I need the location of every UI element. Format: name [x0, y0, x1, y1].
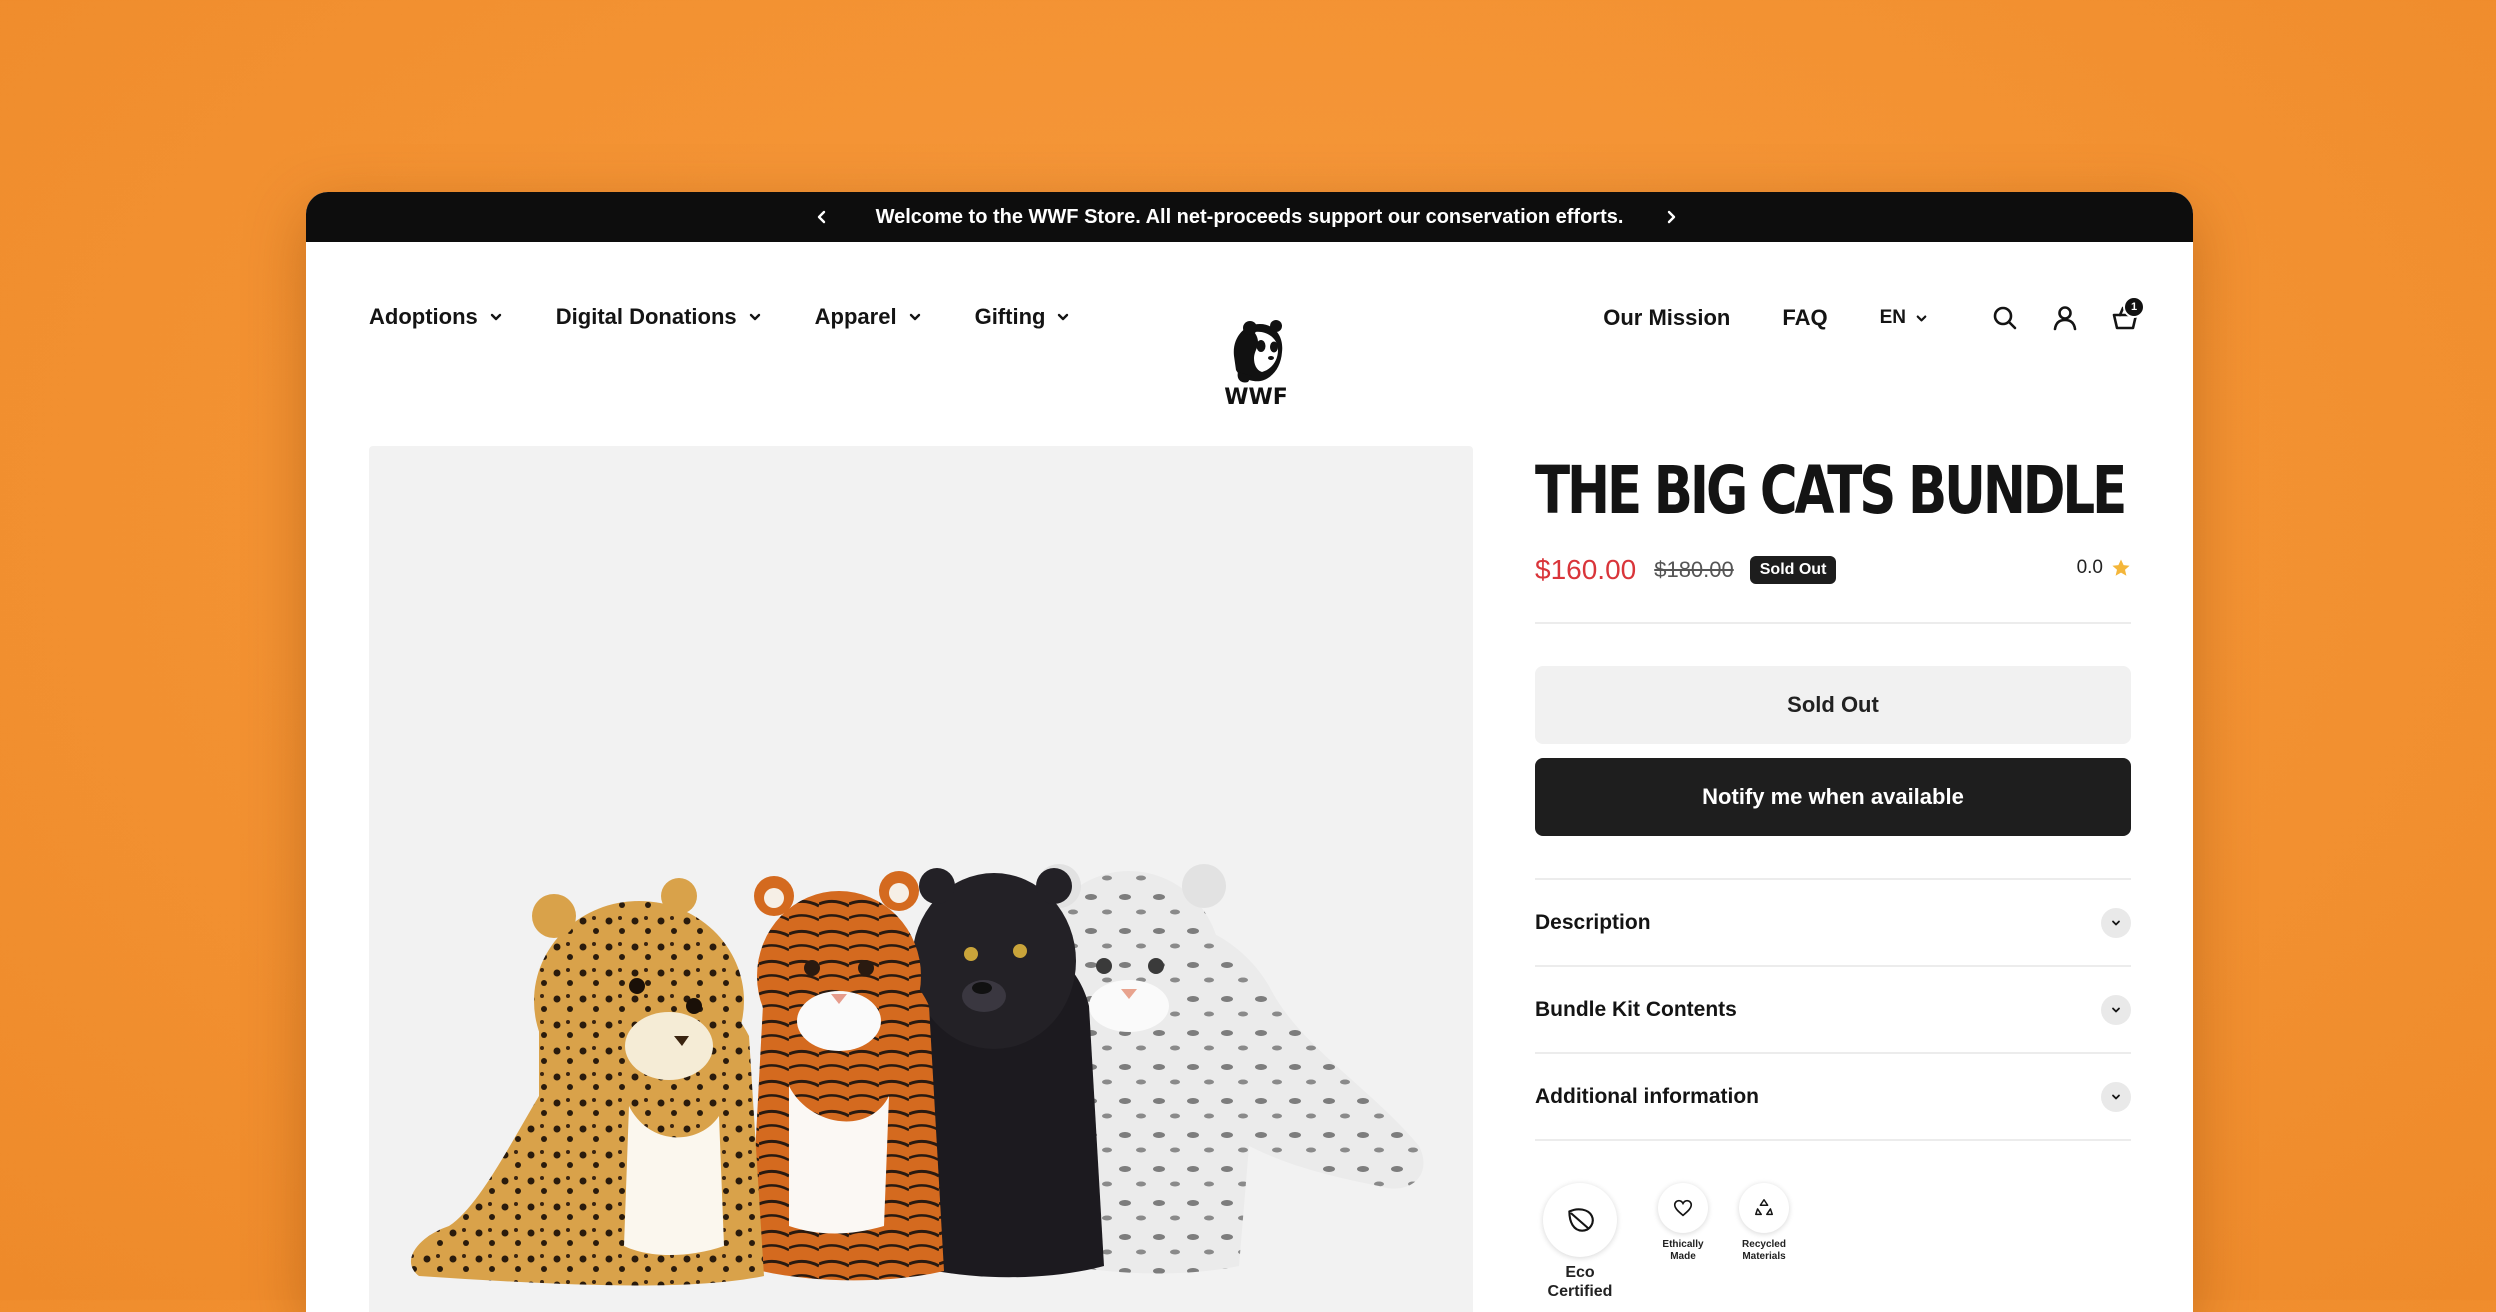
product-image: [410, 864, 1424, 1286]
heart-icon: [1658, 1183, 1708, 1233]
cart-count-badge: 1: [2123, 296, 2145, 318]
feature-recycled-materials: Recycled Materials: [1731, 1183, 1797, 1263]
product-info: THE BIG CATS BUNDLE $160.00 $180.00 Sold…: [1535, 446, 2131, 1312]
nav-item-label: Apparel: [814, 304, 897, 329]
accordion-label: Bundle Kit Contents: [1535, 997, 1737, 1021]
chevron-down-icon: [2101, 907, 2131, 938]
product-title: THE BIG CATS BUNDLE: [1535, 452, 2127, 529]
recycle-icon: [1739, 1183, 1789, 1233]
product-accordion: Description Bundle Kit Contents Addition…: [1535, 878, 2131, 1141]
announcement-text: Welcome to the WWF Store. All net-procee…: [875, 205, 1624, 228]
chevron-down-icon: [2101, 1081, 2131, 1112]
feature-eco-certified: Eco Certified: [1535, 1183, 1625, 1301]
chevron-down-icon: [909, 313, 920, 321]
star-icon: [2112, 559, 2130, 576]
feature-label: Eco Certified: [1547, 1264, 1613, 1301]
language-label: EN: [1879, 307, 1906, 328]
rating-value: 0.0: [2076, 557, 2103, 578]
logo-text: WWF: [1224, 385, 1288, 408]
search-icon: [1993, 306, 2017, 330]
language-selector[interactable]: EN: [1880, 307, 1929, 329]
announcement-next-button[interactable]: [1663, 192, 1679, 242]
chevron-down-icon: [749, 313, 760, 321]
nav-item-label: Digital Donations: [555, 304, 737, 329]
divider: [1535, 622, 2131, 624]
nav-item-adoptions[interactable]: Adoptions: [369, 304, 504, 330]
announcement-prev-button[interactable]: [814, 192, 830, 242]
chevron-down-icon: [490, 313, 501, 321]
price-row: $160.00 $180.00 Sold Out 0.0: [1535, 552, 2131, 588]
feature-label: Recycled Materials: [1742, 1239, 1786, 1262]
accordion-bundle-kit-contents[interactable]: Bundle Kit Contents: [1535, 967, 2131, 1054]
cart-button[interactable]: 1: [2111, 296, 2145, 332]
header-right: Our Mission FAQ EN 1: [1603, 296, 2145, 332]
chevron-down-icon: [1058, 313, 1069, 321]
chevron-left-icon: [817, 210, 826, 224]
account-button[interactable]: [2051, 304, 2079, 332]
product-rating[interactable]: 0.0: [2077, 557, 2131, 579]
accordion-label: Description: [1535, 910, 1651, 934]
compare-price: $180.00: [1654, 557, 1734, 582]
feature-ethically-made: Ethically Made: [1653, 1183, 1713, 1263]
nav-our-mission[interactable]: Our Mission: [1603, 305, 1730, 331]
browser-window: Welcome to the WWF Store. All net-procee…: [306, 192, 2193, 1312]
announcement-bar: Welcome to the WWF Store. All net-procee…: [306, 192, 2193, 242]
product-gallery[interactable]: [369, 446, 1473, 1312]
user-icon: [2053, 306, 2077, 331]
sale-price: $160.00: [1535, 554, 1637, 585]
notify-me-button[interactable]: Notify me when available: [1535, 758, 2131, 836]
wwf-logo[interactable]: WWF: [1214, 312, 1298, 410]
nav-item-label: Adoptions: [369, 304, 478, 329]
chevron-down-icon: [2101, 994, 2131, 1025]
accordion-label: Additional information: [1535, 1084, 1759, 1108]
chevron-right-icon: [1667, 210, 1676, 224]
sold-out-button[interactable]: Sold Out: [1535, 666, 2131, 744]
nav-item-label: Gifting: [974, 304, 1046, 329]
status-badge: Sold Out: [1749, 556, 1837, 584]
nav-item-apparel[interactable]: Apparel: [815, 304, 923, 330]
nav-item-gifting[interactable]: Gifting: [975, 304, 1072, 330]
accordion-additional-information[interactable]: Additional information: [1535, 1054, 2131, 1141]
search-button[interactable]: [1991, 304, 2019, 332]
product-features: Eco Certified Ethically Made Recycled Ma…: [1535, 1183, 2131, 1312]
nav-item-digital-donations[interactable]: Digital Donations: [556, 304, 763, 330]
panda-logo-icon: WWF: [1224, 320, 1288, 410]
main-nav: Adoptions Digital Donations Apparel Gift…: [369, 304, 1123, 330]
nav-faq[interactable]: FAQ: [1782, 305, 1827, 331]
accordion-description[interactable]: Description: [1535, 880, 2131, 967]
feature-label: Ethically Made: [1662, 1239, 1704, 1262]
site-header: Adoptions Digital Donations Apparel Gift…: [306, 242, 2193, 410]
chevron-down-icon: [1916, 315, 1927, 321]
leaf-icon: [1543, 1183, 1617, 1257]
